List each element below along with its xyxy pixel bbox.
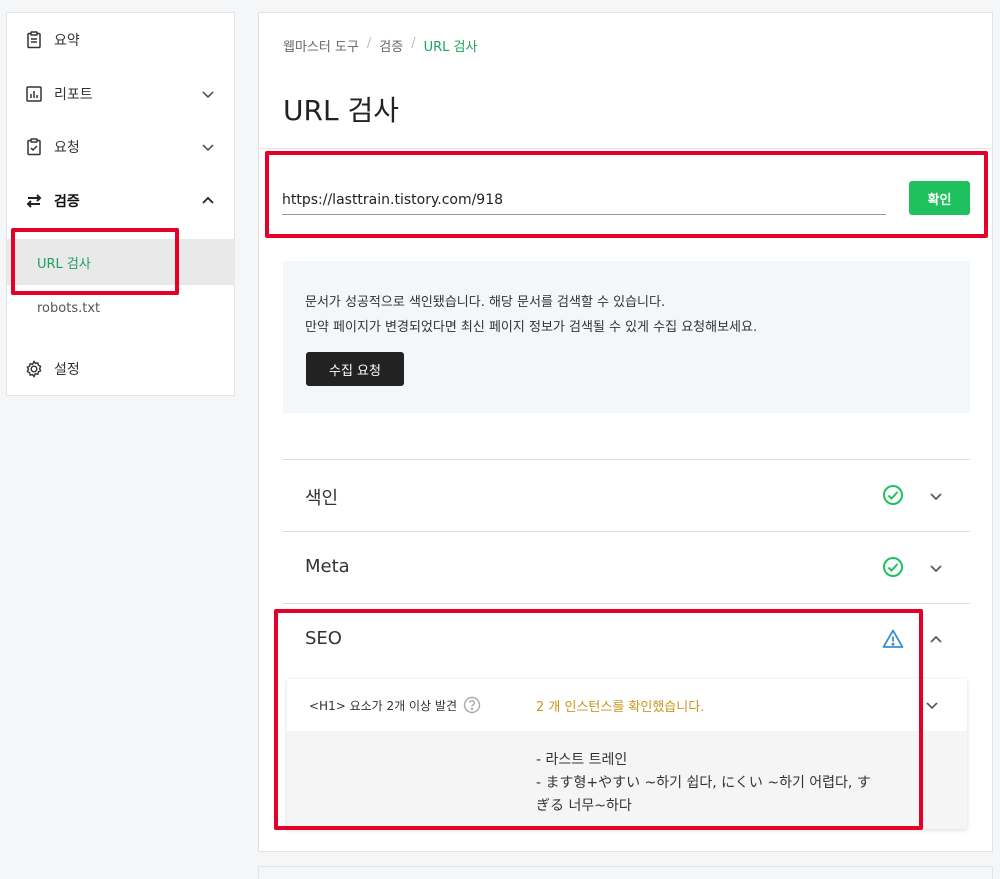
breadcrumb: 웹마스터 도구 / 검증 / URL 검사 [283,36,477,55]
section-meta[interactable]: Meta [283,531,970,603]
section-label: 색인 [305,488,339,509]
seo-detail-card: <H1> 요소가 2개 이상 발견 2 개 인스턴스를 확인했습니다. - 라스… [287,679,967,829]
section-label: Meta [305,556,350,577]
sidebar-subitem-robots[interactable]: robots.txt [7,285,235,331]
sidebar-item-label: 설정 [54,362,80,378]
section-seo[interactable]: SEO [283,603,970,675]
instance-item: - 라스트 트레인 [536,752,628,768]
main-panel: 웹마스터 도구 / 검증 / URL 검사 URL 검사 확인 문서가 성공적으… [258,12,993,852]
chevron-up-icon [930,635,942,643]
breadcrumb-separator: / [366,36,372,51]
seo-rule-label: <H1> 요소가 2개 이상 발견 [309,698,457,713]
sidebar-item-label: 리포트 [54,87,93,103]
seo-rule-result: 2 개 인스턴스를 확인했습니다. [536,700,705,715]
chevron-up-icon [202,196,214,204]
sidebar-item-settings[interactable]: 설정 [7,349,235,389]
info-text: 만약 페이지가 변경되었다면 최신 페이지 정보가 검색될 수 있게 수집 요청… [305,320,758,335]
sidebar-subitem-label: URL 검사 [37,256,91,272]
info-text: 문서가 성공적으로 색인됐습니다. 해당 문서를 검색할 수 있습니다. [305,295,666,310]
swap-arrows-icon [24,191,44,211]
chevron-down-icon [202,91,214,99]
next-panel [258,866,993,879]
sidebar: 요약 리포트 요청 검증 URL 검사 robots.txt 설정 [6,12,235,396]
breadcrumb-item[interactable]: 웹마스터 도구 [283,36,359,55]
chevron-down-icon [926,702,938,710]
url-input[interactable] [282,185,886,215]
check-circle-icon [883,557,903,577]
sidebar-item-report[interactable]: 리포트 [7,74,235,114]
instance-item: - ます형+やすい ~하기 쉽다, にくい ~하기 어렵다, す [536,775,871,791]
document-icon [24,30,44,50]
help-circle-icon[interactable] [463,696,481,714]
collect-request-button[interactable]: 수집 요청 [306,352,404,386]
confirm-button[interactable]: 확인 [909,181,970,215]
chart-icon [24,84,44,104]
seo-instances: - 라스트 트레인 - ます형+やすい ~하기 쉽다, にくい ~하기 어렵다,… [287,731,967,829]
instance-item: ぎる 너무~하다 [536,798,632,814]
sidebar-subitem-url-inspect[interactable]: URL 검사 [7,239,235,285]
breadcrumb-separator: / [411,36,416,51]
sidebar-item-request[interactable]: 요청 [7,127,235,167]
sidebar-item-verify[interactable]: 검증 [7,181,235,221]
index-status-box: 문서가 성공적으로 색인됐습니다. 해당 문서를 검색할 수 있습니다. 만약 … [283,261,970,413]
sidebar-item-label: 요약 [54,33,80,49]
sidebar-item-summary[interactable]: 요약 [7,20,235,60]
sidebar-item-label: 검증 [54,194,80,210]
chevron-down-icon [930,493,942,501]
breadcrumb-item[interactable]: 검증 [379,36,403,55]
sidebar-item-label: 요청 [54,140,80,156]
seo-rule-row[interactable]: <H1> 요소가 2개 이상 발견 2 개 인스턴스를 확인했습니다. [287,679,967,731]
gear-icon [24,359,44,379]
warning-triangle-icon [882,629,904,648]
sidebar-subitem-label: robots.txt [37,300,101,316]
clipboard-check-icon [24,137,44,157]
chevron-down-icon [202,144,214,152]
section-index[interactable]: 색인 [283,459,970,531]
chevron-down-icon [930,565,942,573]
check-circle-icon [883,485,903,505]
section-label: SEO [305,628,342,649]
divider [259,148,992,149]
breadcrumb-current: URL 검사 [423,40,478,55]
seo-rule-name: <H1> 요소가 2개 이상 발견 [309,696,481,714]
page-title: URL 검사 [283,94,399,127]
